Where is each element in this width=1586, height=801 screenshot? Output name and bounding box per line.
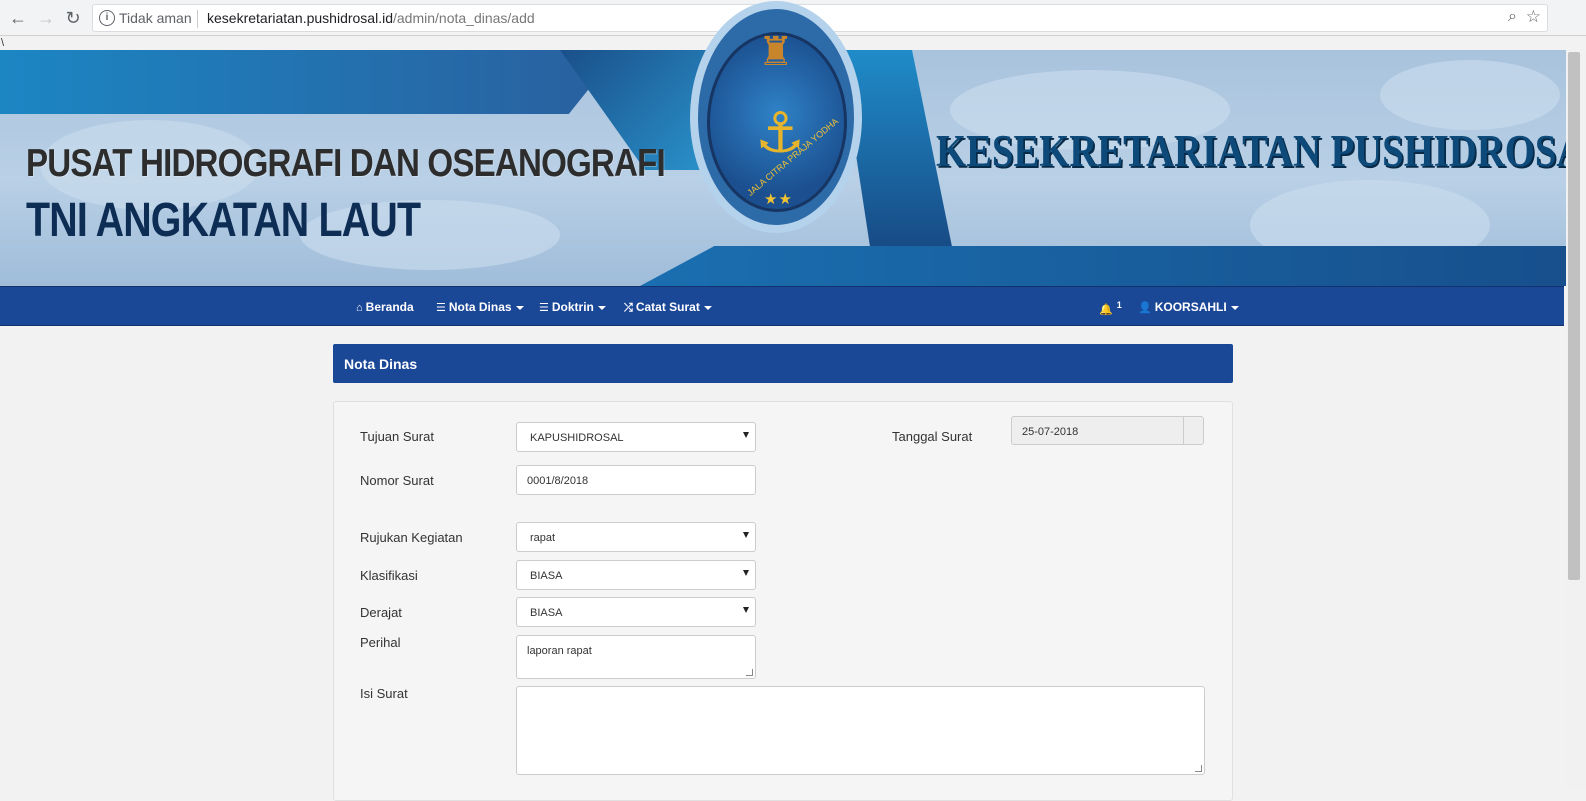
url-host: kesekretariatan.pushidrosal.id <box>207 10 393 26</box>
address-separator <box>197 10 198 28</box>
user-icon: 👤 <box>1138 302 1152 314</box>
derajat-value: BIASA <box>530 607 563 619</box>
panel-title: Nota Dinas <box>344 356 418 372</box>
panel-header: Nota Dinas <box>333 344 1233 383</box>
rujukan-value: rapat <box>530 532 556 544</box>
tujuan-label: Tujuan Surat <box>360 429 434 444</box>
derajat-select[interactable]: BIASA <box>516 597 756 627</box>
stars-icon: ★★ <box>764 191 793 208</box>
url-path: /admin/nota_dinas/add <box>393 10 535 26</box>
banner-title-line1: PUSAT HIDROGRAFI DAN OSEANOGRAFI <box>26 142 666 185</box>
nomor-input[interactable]: 0001/8/2018 <box>516 465 756 495</box>
rujukan-select[interactable]: rapat <box>516 522 756 552</box>
nav-user-menu[interactable]: 👤 KOORSAHLI <box>1138 300 1239 314</box>
security-label[interactable]: Tidak aman <box>119 10 192 26</box>
nav-label: Nota Dinas <box>448 300 512 314</box>
back-icon[interactable]: ← <box>6 6 30 30</box>
calendar-icon[interactable] <box>1183 416 1204 445</box>
perihal-value: laporan rapat <box>527 645 592 657</box>
tanggal-value: 25-07-2018 <box>1022 426 1079 438</box>
resize-handle-icon[interactable] <box>1195 765 1202 772</box>
scrollbar-thumb[interactable] <box>1568 52 1580 580</box>
klasifikasi-select[interactable]: BIASA <box>516 560 756 590</box>
nav-doktrin[interactable]: ☰ Doktrin <box>539 300 606 314</box>
banner-title-line2: TNI ANGKATAN LAUT <box>26 194 421 247</box>
bookmark-star-icon[interactable]: ☆ <box>1526 7 1541 27</box>
isi-textarea[interactable] <box>516 686 1205 775</box>
tujuan-value: KAPUSHIDROSAL <box>530 432 624 444</box>
tanggal-label: Tanggal Surat <box>892 429 973 444</box>
list-icon: ☰ <box>436 302 446 314</box>
banner-title-right: KESEKRETARIATAN PUSHIDROSAL <box>936 126 1568 176</box>
nav-label: Beranda <box>365 300 414 314</box>
list-icon: ☰ <box>539 302 549 314</box>
rujukan-label: Rujukan Kegiatan <box>360 530 463 545</box>
caret-down-icon <box>597 305 606 310</box>
klasifikasi-label: Klasifikasi <box>360 568 418 583</box>
tujuan-select[interactable]: KAPUSHIDROSAL <box>516 422 756 452</box>
info-icon[interactable]: i <box>99 10 115 26</box>
garuda-icon: ♜ <box>758 30 794 74</box>
dropdown-arrow-icon <box>743 432 749 438</box>
forward-icon[interactable]: → <box>34 6 58 30</box>
zoom-icon[interactable]: ⌕ <box>1508 8 1517 26</box>
user-label: KOORSAHLI <box>1154 300 1227 314</box>
nav-notifications[interactable]: 🔔 1 <box>1099 300 1122 316</box>
isi-label: Isi Surat <box>360 686 408 701</box>
caret-down-icon <box>515 305 524 310</box>
stray-text: \ <box>1 37 5 49</box>
nav-beranda[interactable]: ⌂ Beranda <box>356 300 414 314</box>
dropdown-arrow-icon <box>743 532 749 538</box>
perihal-label: Perihal <box>360 635 401 650</box>
nav-label: Doktrin <box>551 300 594 314</box>
dropdown-arrow-icon <box>743 570 749 576</box>
resize-handle-icon[interactable] <box>746 669 753 676</box>
caret-down-icon <box>1230 305 1239 310</box>
nav-nota-dinas[interactable]: ☰ Nota Dinas <box>436 300 524 314</box>
klasifikasi-value: BIASA <box>530 570 563 582</box>
bell-icon: 🔔 <box>1099 304 1113 316</box>
reload-icon[interactable]: ↻ <box>61 6 85 30</box>
url-text[interactable]: kesekretariatan.pushidrosal.id/admin/not… <box>207 10 535 26</box>
nav-catat-surat[interactable]: ⤮ Catat Surat <box>624 300 712 315</box>
tanggal-input[interactable]: 25-07-2018 <box>1011 416 1184 445</box>
nav-label: Catat Surat <box>635 300 700 314</box>
banner-stripe <box>640 246 1568 286</box>
nomor-label: Nomor Surat <box>360 473 434 488</box>
banner-stripe <box>0 50 620 114</box>
notification-count: 1 <box>1116 300 1122 310</box>
perihal-textarea[interactable]: laporan rapat <box>516 635 756 679</box>
main-navbar: ⌂ Beranda ☰ Nota Dinas ☰ Doktrin ⤮ Catat Sur… <box>0 286 1564 326</box>
nomor-value: 0001/8/2018 <box>527 475 589 487</box>
caret-down-icon <box>703 305 712 310</box>
derajat-label: Derajat <box>360 605 402 620</box>
shuffle-icon: ⤮ <box>624 302 633 314</box>
home-icon: ⌂ <box>356 302 363 314</box>
dropdown-arrow-icon <box>743 607 749 613</box>
